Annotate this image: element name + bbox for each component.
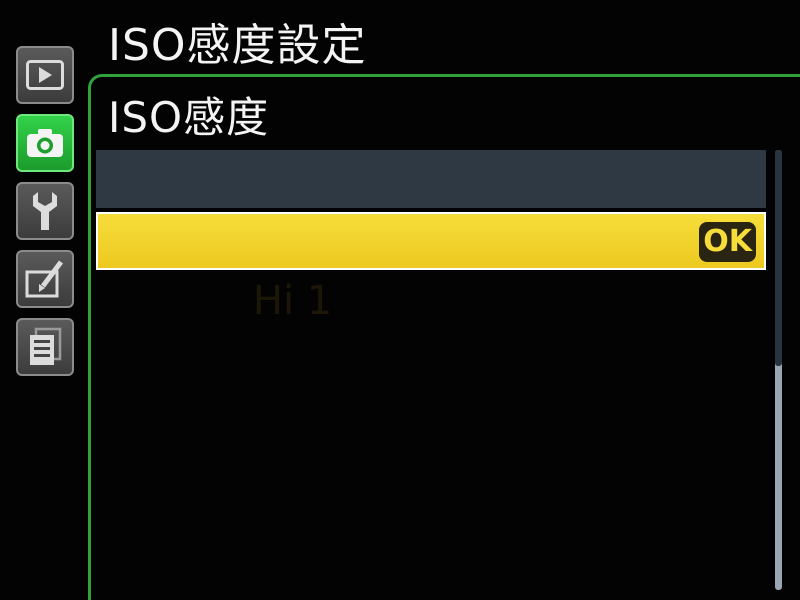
scrollbar[interactable]	[775, 150, 782, 590]
playback-tab[interactable]	[16, 46, 74, 104]
retouch-tab[interactable]	[16, 250, 74, 308]
ok-button-icon[interactable]: OK	[699, 222, 756, 262]
menu-title: ISO感度設定	[108, 20, 367, 71]
option-6400[interactable]: 6400	[96, 150, 766, 260]
setup-tab[interactable]	[16, 182, 74, 240]
option-hi-1[interactable]: Hi 1 OK	[96, 212, 766, 324]
camera-menu-screen: ISO感度設定 ISO感度 Hi 1 OK	[0, 0, 800, 600]
retouch-brush-icon	[25, 260, 63, 298]
list-icon	[30, 327, 62, 365]
camera-icon	[27, 129, 63, 157]
submenu-title: ISO感度	[108, 93, 270, 142]
option-label: Hi 1	[252, 278, 333, 324]
wrench-icon	[33, 192, 57, 230]
shooting-tab[interactable]	[16, 114, 74, 172]
my-menu-tab[interactable]	[16, 318, 74, 376]
menu-tab-column	[16, 46, 80, 386]
scrollbar-thumb[interactable]	[775, 150, 782, 366]
playback-icon	[26, 60, 64, 90]
